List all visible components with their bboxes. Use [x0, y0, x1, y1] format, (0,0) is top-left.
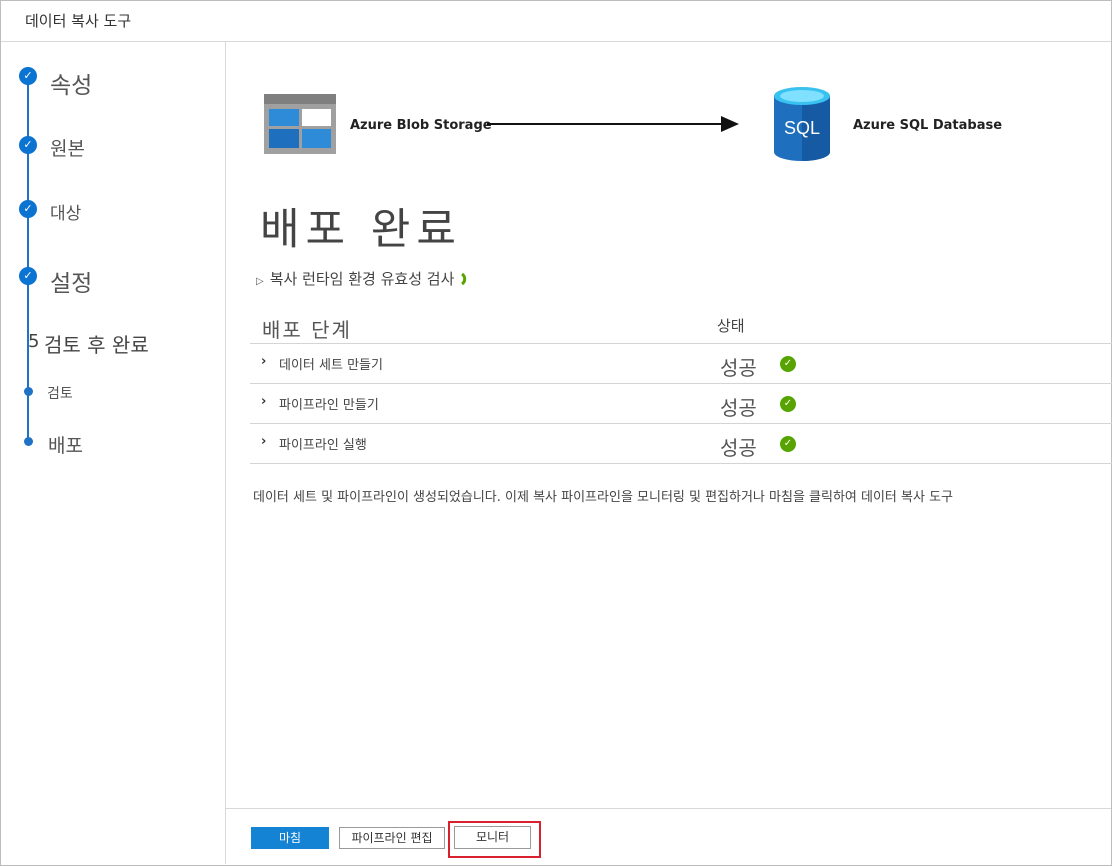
step-complete-icon: ✓ [19, 200, 37, 218]
wizard-sidebar [1, 42, 226, 864]
success-check-icon: ✓ [780, 436, 796, 452]
window-title: 데이터 복사 도구 [25, 12, 132, 30]
step-name: 파이프라인 실행 [279, 438, 367, 453]
step-name: 파이프라인 만들기 [279, 398, 379, 413]
substep-review[interactable]: 검토 [47, 383, 73, 403]
finish-button[interactable]: 마침 [251, 827, 329, 849]
spinner-icon [461, 272, 467, 286]
table-row[interactable]: › 파이프라인 실행 성공 ✓ [250, 424, 1112, 464]
step-review-finish[interactable]: 검토 후 완료 [44, 329, 149, 358]
substep-dot [24, 437, 33, 446]
step-properties[interactable]: 속성 [50, 66, 92, 100]
status-text: 성공 [720, 436, 757, 460]
validation-label: 복사 런타임 환경 유효성 검사 [269, 270, 455, 288]
step-number: 5 [28, 331, 40, 352]
table-row[interactable]: › 데이터 세트 만들기 성공 ✓ [250, 344, 1112, 384]
destination-name: Azure SQL Database [853, 118, 1003, 133]
chevron-right-icon[interactable]: › [261, 394, 266, 409]
sql-database-icon: SQL [774, 87, 830, 161]
table-row[interactable]: › 파이프라인 만들기 성공 ✓ [250, 384, 1112, 424]
step-complete-icon: ✓ [19, 67, 37, 85]
completion-message: 데이터 세트 및 파이프라인이 생성되었습니다. 이제 복사 파이프라인을 모니… [253, 490, 953, 505]
step-destination[interactable]: 대상 [50, 199, 81, 224]
title-bar: 데이터 복사 도구 [1, 1, 1111, 42]
status-text: 성공 [720, 356, 757, 380]
status-text: 성공 [720, 396, 757, 420]
edit-pipeline-button[interactable]: 파이프라인 편집 [339, 827, 445, 849]
validation-expander[interactable]: ▷ 복사 런타임 환경 유효성 검사 [256, 268, 469, 289]
page-title: 배포 완료 [260, 205, 462, 255]
step-source[interactable]: 원본 [50, 134, 85, 161]
sql-label: SQL [784, 118, 820, 138]
step-name: 데이터 세트 만들기 [279, 358, 383, 373]
substep-dot [24, 387, 33, 396]
success-check-icon: ✓ [780, 356, 796, 372]
chevron-right-icon[interactable]: › [261, 354, 266, 369]
step-complete-icon: ✓ [19, 136, 37, 154]
blob-storage-icon [264, 94, 336, 154]
substep-deploy[interactable]: 배포 [48, 431, 83, 458]
step-settings[interactable]: 설정 [50, 264, 92, 298]
success-check-icon: ✓ [780, 396, 796, 412]
deploy-table-header: 배포 단계 상태 [250, 305, 1112, 344]
arrow-icon [487, 116, 739, 132]
column-header-status: 상태 [717, 317, 745, 335]
expand-triangle-icon: ▷ [256, 276, 264, 287]
source-name: Azure Blob Storage [350, 118, 492, 133]
monitor-button[interactable]: 모니터 [454, 826, 531, 849]
chevron-right-icon[interactable]: › [261, 434, 266, 449]
column-header-step: 배포 단계 [262, 318, 352, 342]
step-complete-icon: ✓ [19, 267, 37, 285]
